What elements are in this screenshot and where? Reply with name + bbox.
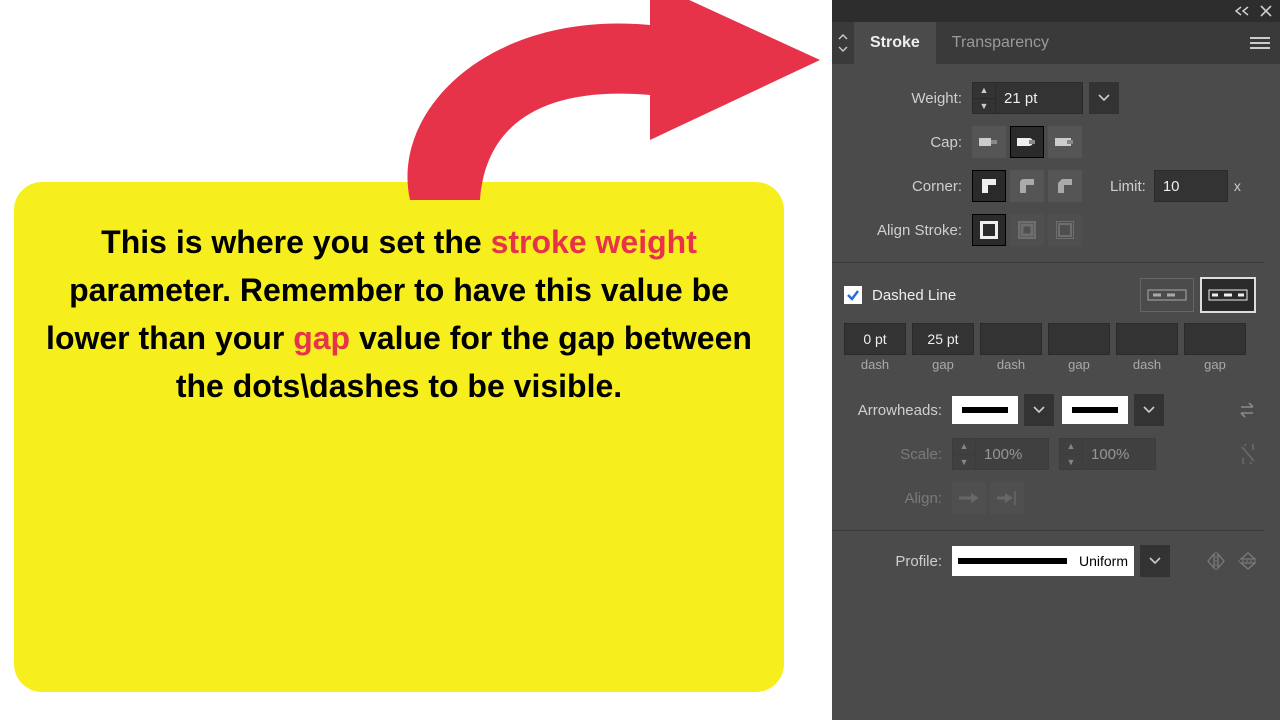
callout-highlight-stroke-weight: stroke weight bbox=[491, 224, 697, 260]
swap-arrowheads-icon[interactable] bbox=[1232, 394, 1264, 426]
arrow-align-tip-icon bbox=[990, 482, 1024, 514]
weight-input[interactable] bbox=[996, 83, 1082, 113]
dash-value-1[interactable] bbox=[844, 323, 906, 355]
close-icon[interactable] bbox=[1260, 5, 1272, 17]
profile-label: Profile: bbox=[832, 553, 952, 570]
link-scale-icon bbox=[1232, 438, 1264, 470]
tab-stroke[interactable]: Stroke bbox=[854, 22, 936, 64]
align-stroke-label: Align Stroke: bbox=[832, 222, 972, 239]
align-stroke-row: Align Stroke: bbox=[832, 208, 1264, 252]
corner-bevel-icon[interactable] bbox=[1048, 170, 1082, 202]
dash-gap-inputs bbox=[832, 319, 1264, 355]
dash-value-3[interactable] bbox=[1116, 323, 1178, 355]
cap-round-icon[interactable] bbox=[1010, 126, 1044, 158]
align-stroke-outside-icon bbox=[1048, 214, 1082, 246]
limit-label: Limit: bbox=[1110, 178, 1154, 195]
stroke-panel: Stroke Transparency Weight: ▲ ▼ Cap: bbox=[832, 0, 1280, 720]
arrow-align-row: Align: bbox=[832, 476, 1264, 520]
scale1-up: ▲ bbox=[953, 439, 975, 455]
scale2-up: ▲ bbox=[1060, 439, 1082, 455]
weight-decrease[interactable]: ▼ bbox=[973, 99, 995, 114]
limit-suffix: x bbox=[1228, 178, 1247, 194]
scale1-down: ▼ bbox=[953, 455, 975, 470]
panel-tabs: Stroke Transparency bbox=[832, 22, 1280, 64]
dash-gap-column-labels: dash gap dash gap dash gap bbox=[832, 355, 1264, 372]
scale-start-input bbox=[976, 439, 1048, 469]
dashed-line-checkbox[interactable] bbox=[844, 286, 862, 304]
dash-mode-aligned-icon[interactable] bbox=[1200, 277, 1256, 313]
weight-increase[interactable]: ▲ bbox=[973, 83, 995, 99]
col-label: dash bbox=[980, 357, 1042, 372]
scale-end-input bbox=[1083, 439, 1155, 469]
cap-butt-icon[interactable] bbox=[972, 126, 1006, 158]
profile-dropdown[interactable] bbox=[1140, 545, 1170, 577]
tab-transparency[interactable]: Transparency bbox=[936, 22, 1065, 64]
arrowheads-row: Arrowheads: bbox=[832, 388, 1264, 432]
col-label: dash bbox=[1116, 357, 1178, 372]
arrow-align-label: Align: bbox=[832, 490, 952, 507]
corner-label: Corner: bbox=[832, 178, 972, 195]
profile-row: Profile: Uniform bbox=[832, 539, 1264, 583]
panel-menu-icon[interactable] bbox=[1240, 22, 1280, 64]
scale-row: Scale: ▲▼ ▲▼ bbox=[832, 432, 1264, 476]
weight-dropdown[interactable] bbox=[1089, 82, 1119, 114]
scale2-down: ▼ bbox=[1060, 455, 1082, 470]
callout-highlight-gap: gap bbox=[293, 320, 350, 356]
profile-value: Uniform bbox=[1079, 553, 1128, 569]
profile-swatch: Uniform bbox=[952, 546, 1134, 576]
instruction-text: This is where you set the stroke weight … bbox=[44, 218, 754, 410]
gap-value-3[interactable] bbox=[1184, 323, 1246, 355]
gap-value-1[interactable] bbox=[912, 323, 974, 355]
dash-mode-exact-icon[interactable] bbox=[1140, 278, 1194, 312]
align-stroke-inside-icon bbox=[1010, 214, 1044, 246]
panel-titlebar bbox=[832, 0, 1280, 22]
dashed-line-row: Dashed Line bbox=[832, 271, 1264, 319]
col-label: gap bbox=[1184, 357, 1246, 372]
align-stroke-center-icon[interactable] bbox=[972, 214, 1006, 246]
flip-horizontal-icon[interactable] bbox=[1200, 545, 1232, 577]
arrow-align-extend-icon bbox=[952, 482, 986, 514]
corner-row: Corner: Limit: x bbox=[832, 164, 1264, 208]
cap-label: Cap: bbox=[832, 134, 972, 151]
arrowhead-end-dropdown[interactable] bbox=[1134, 394, 1164, 426]
weight-row: Weight: ▲ ▼ bbox=[832, 76, 1264, 120]
col-label: gap bbox=[912, 357, 974, 372]
instruction-callout: This is where you set the stroke weight … bbox=[14, 182, 784, 692]
weight-label: Weight: bbox=[832, 90, 972, 107]
arrowhead-start-dropdown[interactable] bbox=[1024, 394, 1054, 426]
weight-stepper[interactable]: ▲ ▼ bbox=[972, 82, 1083, 114]
cap-row: Cap: bbox=[832, 120, 1264, 164]
collapse-icon[interactable] bbox=[1234, 6, 1250, 16]
col-label: dash bbox=[844, 357, 906, 372]
flip-vertical-icon[interactable] bbox=[1232, 545, 1264, 577]
callout-text: This is where you set the bbox=[101, 224, 490, 260]
dashed-line-label: Dashed Line bbox=[872, 287, 1134, 304]
tab-grip-icon[interactable] bbox=[832, 22, 854, 64]
gap-value-2[interactable] bbox=[1048, 323, 1110, 355]
col-label: gap bbox=[1048, 357, 1110, 372]
corner-miter-icon[interactable] bbox=[972, 170, 1006, 202]
scale-label: Scale: bbox=[832, 446, 952, 463]
arrowhead-end-swatch bbox=[1062, 396, 1128, 424]
corner-round-icon[interactable] bbox=[1010, 170, 1044, 202]
arrowheads-label: Arrowheads: bbox=[832, 402, 952, 419]
arrowhead-start-swatch bbox=[952, 396, 1018, 424]
limit-input[interactable] bbox=[1154, 170, 1228, 202]
cap-projecting-icon[interactable] bbox=[1048, 126, 1082, 158]
dash-value-2[interactable] bbox=[980, 323, 1042, 355]
